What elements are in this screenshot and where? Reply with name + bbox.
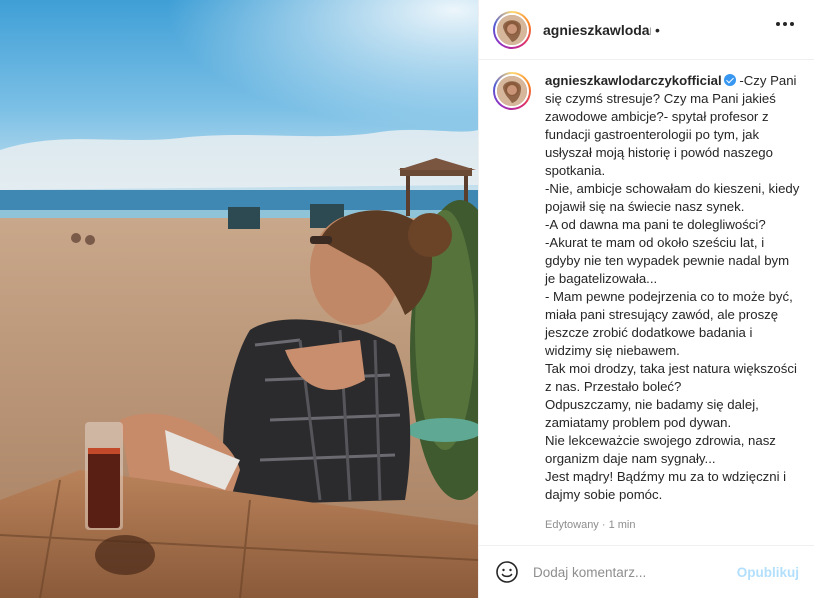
beach-photo-image	[0, 0, 478, 598]
caption-avatar[interactable]	[493, 72, 531, 110]
post-header: agnieszkawlodarč •	[479, 0, 814, 60]
header-avatar[interactable]	[493, 10, 531, 49]
avatar-image	[497, 76, 527, 106]
header-username[interactable]: agnieszkawlodarč	[543, 22, 651, 38]
comment-bar: Opublikuj	[479, 545, 814, 598]
emoji-smile-icon[interactable]	[495, 560, 519, 584]
post-caption: agnieszkawlodarczykofficial -Czy Pani si…	[479, 60, 814, 545]
publish-button[interactable]: Opublikuj	[737, 565, 799, 580]
caption-line: Odpuszczamy, nie badamy się dalej, zamia…	[545, 397, 759, 430]
caption-line: - Mam pewne podejrzenia co to może być, …	[545, 289, 793, 358]
caption-line: Tak moi drodzy, taka jest natura większo…	[545, 361, 797, 394]
post-timestamp: Edytowany · 1 min	[545, 519, 636, 531]
comment-input[interactable]	[533, 564, 737, 580]
caption-line: -A od dawna ma pani te dolegliwości?	[545, 217, 766, 232]
caption-line: -Nie, ambicje schowałam do kieszeni, kie…	[545, 181, 800, 214]
verified-badge-icon	[723, 74, 736, 86]
caption-line: -Czy Pani się czymś stresuje? Czy ma Pan…	[545, 73, 797, 178]
avatar-image	[497, 14, 527, 45]
caption-username[interactable]: agnieszkawlodarczykofficial	[545, 73, 722, 88]
caption-text: agnieszkawlodarczykofficial -Czy Pani si…	[545, 72, 801, 545]
caption-line: Jest mądry! Bądźmy mu za to wdzięczni i …	[545, 469, 787, 502]
post-side-panel: agnieszkawlodarč • agnieszkawlodarczykof…	[478, 0, 814, 598]
more-options-icon[interactable]	[776, 22, 794, 26]
caption-line: Nie lekceważcie swojego zdrowia, nasz or…	[545, 433, 776, 466]
post-photo[interactable]	[0, 0, 478, 598]
header-separator-dot: •	[655, 21, 660, 38]
caption-line: -Akurat te mam od około sześciu lat, i g…	[545, 235, 790, 286]
